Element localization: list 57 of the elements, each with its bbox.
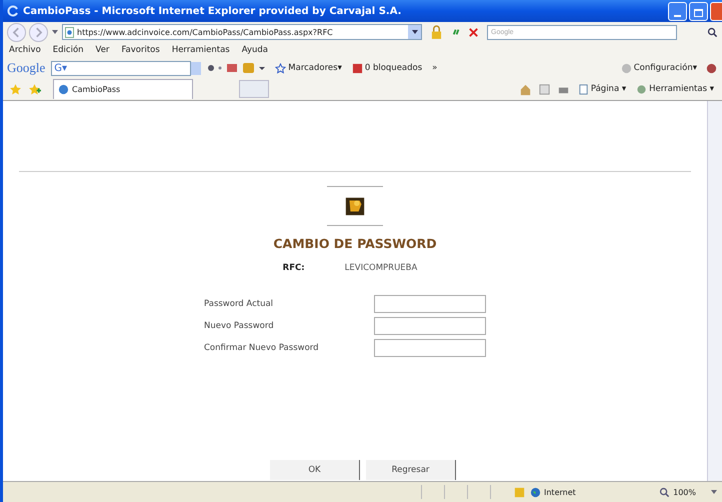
tools-menu-button[interactable]: Herramientas ▾: [634, 82, 716, 96]
toolbar-icons-drawing[interactable]: [207, 61, 268, 75]
field-label: Confirmar Nuevo Password: [204, 343, 320, 353]
favorites-star-icon[interactable]: [9, 82, 22, 96]
menu-item[interactable]: Archivo: [9, 45, 41, 55]
menu-item[interactable]: Favoritos: [121, 45, 160, 55]
browser-tab[interactable]: CambioPass: [53, 79, 193, 99]
zoom-level[interactable]: 100%: [659, 486, 696, 498]
bookmarks-button[interactable]: Marcadores▾: [273, 62, 344, 74]
more-button[interactable]: »: [430, 62, 440, 74]
page-icon: [578, 84, 589, 94]
menu-item[interactable]: Edición: [52, 45, 84, 55]
maximize-button[interactable]: [689, 2, 708, 20]
popup-blocker-button[interactable]: 0 bloqueados: [350, 62, 424, 74]
add-favorite-icon[interactable]: [28, 82, 41, 96]
new-tab-button[interactable]: [239, 80, 269, 98]
star-icon: [275, 62, 286, 74]
search-engine-label: G▾: [54, 62, 68, 74]
browser-icon: [7, 5, 19, 17]
caret-icon[interactable]: [51, 28, 59, 36]
magnifier-icon: [659, 486, 670, 498]
page-icon: [65, 26, 74, 38]
menu-item[interactable]: Ayuda: [242, 45, 268, 55]
window-title: CambioPass - Microsoft Internet Explorer provided by Carvajal S.A.: [23, 6, 402, 16]
field-label: Password Actual: [204, 299, 274, 309]
toolbar-search-field[interactable]: G▾: [51, 60, 192, 76]
close-icon[interactable]: [467, 26, 480, 38]
password-field[interactable]: [374, 317, 486, 335]
lock-icon[interactable]: [431, 24, 442, 40]
settings-button[interactable]: Configuración▾: [618, 62, 699, 74]
google-logo: Google: [7, 60, 46, 76]
menu-item[interactable]: Herramientas: [172, 45, 230, 55]
caret-icon[interactable]: [710, 488, 718, 496]
page-menu-button[interactable]: Página ▾: [576, 82, 628, 96]
page-heading: CAMBIO DE PASSWORD: [273, 236, 437, 251]
rfc-label: RFC:: [282, 263, 305, 273]
back-button[interactable]: [7, 22, 26, 42]
search-icon[interactable]: [707, 26, 718, 38]
scrollbar[interactable]: [707, 101, 722, 481]
caret-icon: [410, 28, 418, 36]
field-label: Nuevo Password: [204, 321, 275, 331]
menu-item[interactable]: Ver: [96, 45, 110, 55]
form-button[interactable]: Regresar: [366, 460, 456, 480]
key-folder-icon: [344, 195, 366, 217]
close-button[interactable]: [710, 2, 722, 20]
minimize-button[interactable]: [668, 2, 687, 20]
address-field[interactable]: https://www.adcinvoice.com/CambioPass/CambioPass.aspx?RFC: [62, 24, 422, 40]
password-field[interactable]: [374, 295, 486, 313]
forward-button[interactable]: [29, 22, 48, 42]
globe-icon: [530, 486, 541, 498]
home-icon[interactable]: [518, 82, 532, 96]
password-field[interactable]: [374, 339, 486, 357]
security-zone: Internet: [530, 486, 576, 498]
page-icon: [58, 84, 69, 95]
dropdown-button[interactable]: [408, 25, 421, 39]
form-button[interactable]: OK: [270, 460, 360, 480]
rfc-value: LEVICOMPRUEBA: [344, 263, 418, 273]
